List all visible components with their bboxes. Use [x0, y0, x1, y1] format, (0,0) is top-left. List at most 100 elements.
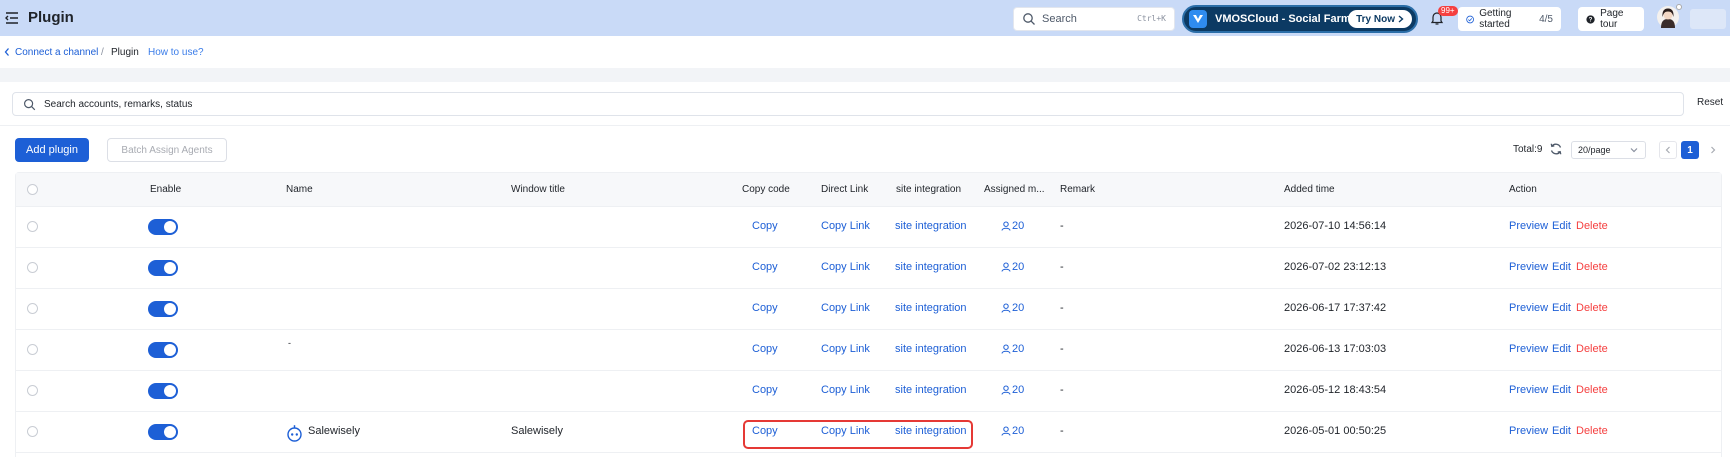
preview-link[interactable]: Preview: [1509, 220, 1548, 232]
assigned-agents-link[interactable]: 20: [1001, 261, 1024, 273]
svg-text:?: ?: [1589, 16, 1593, 23]
edit-link[interactable]: Edit: [1552, 343, 1571, 355]
copy-direct-link[interactable]: Copy Link: [821, 343, 870, 355]
copy-direct-link[interactable]: Copy Link: [821, 220, 870, 232]
site-integration-link[interactable]: site integration: [895, 302, 967, 314]
search-icon: [23, 98, 36, 110]
chevron-left-icon[interactable]: [4, 47, 10, 57]
prev-page-button[interactable]: [1659, 141, 1677, 159]
site-integration-link[interactable]: site integration: [895, 261, 967, 273]
next-page-button[interactable]: [1704, 141, 1722, 159]
page-title: Plugin: [28, 9, 74, 26]
page-tour-button[interactable]: ? Page tour: [1578, 7, 1644, 31]
edit-link[interactable]: Edit: [1552, 384, 1571, 396]
copy-code-link[interactable]: Copy: [752, 343, 778, 355]
page-size-value: 20/page: [1578, 145, 1611, 155]
user-avatar[interactable]: [1657, 6, 1679, 28]
delete-link[interactable]: Delete: [1576, 302, 1608, 314]
copy-direct-link[interactable]: Copy Link: [821, 302, 870, 314]
header-copy-code: Copy code: [742, 184, 790, 195]
edit-link[interactable]: Edit: [1552, 261, 1571, 273]
row-remark: -: [1060, 220, 1064, 232]
getting-started-label: Getting started: [1479, 8, 1512, 30]
copy-code-link[interactable]: Copy: [752, 261, 778, 273]
user-icon: [1001, 426, 1011, 436]
row-checkbox[interactable]: [27, 385, 38, 396]
enable-toggle[interactable]: [148, 301, 178, 317]
breadcrumb-connect-channel[interactable]: Connect a channel: [15, 47, 98, 58]
page-1-button[interactable]: 1: [1681, 141, 1699, 159]
refresh-icon[interactable]: [1549, 142, 1563, 156]
header-remark: Remark: [1060, 184, 1096, 195]
highlight-box: [743, 420, 973, 449]
edit-link[interactable]: Edit: [1552, 425, 1571, 437]
copy-code-link[interactable]: Copy: [752, 220, 778, 232]
try-now-label: Try Now: [1356, 13, 1395, 25]
row-window-title: Salewisely: [511, 425, 563, 437]
chevron-right-icon: [1398, 15, 1404, 23]
promo-banner[interactable]: VMOSCloud - Social Farming Try Now: [1182, 5, 1418, 33]
preview-link[interactable]: Preview: [1509, 343, 1548, 355]
enable-toggle[interactable]: [148, 342, 178, 358]
delete-link[interactable]: Delete: [1576, 343, 1608, 355]
row-checkbox[interactable]: [27, 426, 38, 437]
row-checkbox[interactable]: [27, 303, 38, 314]
user-icon: [1001, 221, 1011, 231]
edit-link[interactable]: Edit: [1552, 302, 1571, 314]
enable-toggle[interactable]: [148, 383, 178, 399]
row-added-time: 2026-06-13 17:03:03: [1284, 343, 1387, 355]
row-added-time: 2026-07-10 14:56:14: [1284, 220, 1387, 232]
delete-link[interactable]: Delete: [1576, 425, 1608, 437]
account-menu[interactable]: [1690, 9, 1726, 29]
select-all-checkbox[interactable]: [27, 184, 38, 195]
table-row: Copy Copy Link site integration 20 - 2026-06-…: [16, 289, 1721, 330]
page-tour-label: Page tour: [1600, 8, 1624, 30]
copy-direct-link[interactable]: Copy Link: [821, 384, 870, 396]
table-row: Copy Copy Link site integration 20 - 2026-07-…: [16, 248, 1721, 289]
preview-link[interactable]: Preview: [1509, 261, 1548, 273]
copy-code-link[interactable]: Copy: [752, 384, 778, 396]
assigned-agents-link[interactable]: 20: [1001, 302, 1024, 314]
site-integration-link[interactable]: site integration: [895, 220, 967, 232]
preview-link[interactable]: Preview: [1509, 302, 1548, 314]
site-integration-link[interactable]: site integration: [895, 384, 967, 396]
row-added-time: 2026-07-02 23:12:13: [1284, 261, 1387, 273]
delete-link[interactable]: Delete: [1576, 261, 1608, 273]
enable-toggle[interactable]: [148, 424, 178, 440]
enable-toggle[interactable]: [148, 219, 178, 235]
row-added-time: 2026-05-12 18:43:54: [1284, 384, 1387, 396]
assigned-agents-link[interactable]: 20: [1001, 425, 1024, 437]
how-to-use-link[interactable]: How to use?: [148, 47, 204, 58]
site-integration-link[interactable]: site integration: [895, 343, 967, 355]
search-icon: [1023, 13, 1035, 25]
add-plugin-button[interactable]: Add plugin: [15, 138, 89, 162]
edit-link[interactable]: Edit: [1552, 220, 1571, 232]
page-size-select[interactable]: 20/page: [1571, 141, 1646, 159]
getting-started-button[interactable]: Getting started 4/5: [1458, 7, 1561, 31]
search-placeholder: Search: [1042, 13, 1077, 25]
row-checkbox[interactable]: [27, 344, 38, 355]
row-checkbox[interactable]: [27, 262, 38, 273]
copy-code-link[interactable]: Copy: [752, 302, 778, 314]
assigned-agents-link[interactable]: 20: [1001, 384, 1024, 396]
promo-text: VMOSCloud - Social Farming: [1215, 13, 1368, 25]
global-search[interactable]: Search Ctrl+K: [1013, 7, 1175, 31]
assigned-agents-link[interactable]: 20: [1001, 220, 1024, 232]
try-now-button[interactable]: Try Now: [1348, 10, 1412, 28]
copy-direct-link[interactable]: Copy Link: [821, 261, 870, 273]
user-icon: [1001, 385, 1011, 395]
delete-link[interactable]: Delete: [1576, 220, 1608, 232]
delete-link[interactable]: Delete: [1576, 384, 1608, 396]
enable-toggle[interactable]: [148, 260, 178, 276]
table-header: Enable Name Window title Copy code Direc…: [16, 173, 1721, 207]
batch-assign-agents-button[interactable]: Batch Assign Agents: [107, 138, 227, 162]
preview-link[interactable]: Preview: [1509, 425, 1548, 437]
filter-search-input[interactable]: Search accounts, remarks, status: [12, 92, 1684, 116]
section-divider: [0, 68, 1730, 82]
reset-button[interactable]: Reset: [1697, 97, 1723, 108]
assigned-agents-count: 20: [1012, 384, 1025, 396]
row-checkbox[interactable]: [27, 221, 38, 232]
preview-link[interactable]: Preview: [1509, 384, 1548, 396]
menu-collapse-icon[interactable]: [4, 10, 20, 26]
assigned-agents-link[interactable]: 20: [1001, 343, 1024, 355]
